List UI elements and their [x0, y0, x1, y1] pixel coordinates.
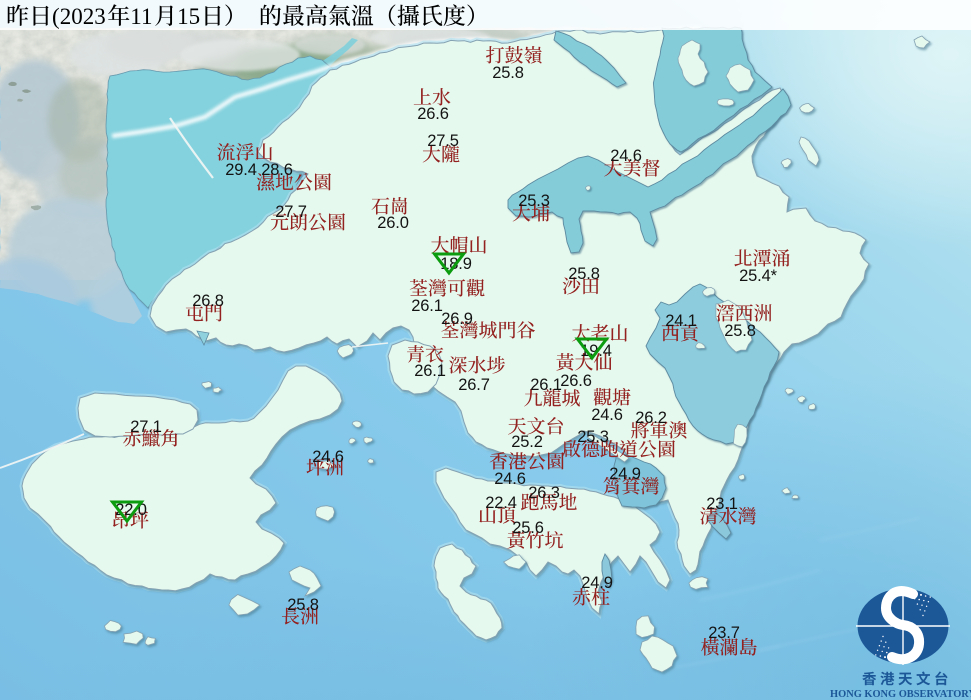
- svg-text:27.7: 27.7: [275, 203, 307, 221]
- svg-text:23.7: 23.7: [708, 624, 740, 642]
- svg-text:25.3: 25.3: [577, 428, 609, 446]
- svg-text:25.3: 25.3: [518, 192, 550, 210]
- svg-text:15: 15: [177, 4, 200, 29]
- svg-text:22.4: 22.4: [485, 494, 517, 512]
- svg-text:26.6: 26.6: [417, 105, 449, 123]
- svg-text:26.9: 26.9: [441, 310, 473, 328]
- svg-text:26.3: 26.3: [528, 484, 560, 502]
- svg-text:25.8: 25.8: [568, 265, 600, 283]
- svg-text:23.1: 23.1: [706, 495, 738, 513]
- svg-text:28.6: 28.6: [261, 161, 293, 179]
- svg-text:27.1: 27.1: [130, 418, 162, 436]
- svg-text:26.8: 26.8: [192, 292, 224, 310]
- svg-text:24.9: 24.9: [581, 574, 613, 592]
- svg-text:24.6: 24.6: [312, 448, 344, 466]
- svg-text:25.2: 25.2: [511, 433, 543, 451]
- svg-text:26.6: 26.6: [560, 372, 592, 390]
- svg-text:26.1: 26.1: [411, 297, 443, 315]
- svg-text:24.6: 24.6: [494, 470, 526, 488]
- svg-text:24.1: 24.1: [665, 312, 697, 330]
- svg-text:25.8: 25.8: [724, 322, 756, 340]
- svg-text:25.8: 25.8: [492, 64, 524, 82]
- svg-text:24.9: 24.9: [609, 465, 641, 483]
- svg-text:11: 11: [130, 4, 152, 29]
- svg-text:25.6: 25.6: [512, 519, 544, 537]
- svg-text:26.7: 26.7: [458, 376, 490, 394]
- svg-text:24.6: 24.6: [610, 147, 642, 165]
- svg-text:29.4: 29.4: [225, 161, 257, 179]
- svg-text:25.8: 25.8: [287, 596, 319, 614]
- svg-text:HONG KONG OBSERVATORY: HONG KONG OBSERVATORY: [830, 689, 971, 700]
- svg-text:26.1: 26.1: [530, 376, 562, 394]
- svg-text:24.6: 24.6: [591, 406, 623, 424]
- svg-text:2023: 2023: [60, 4, 106, 29]
- svg-text:25.4*: 25.4*: [739, 267, 778, 285]
- svg-text:27.5: 27.5: [427, 132, 459, 150]
- svg-text:26.1: 26.1: [414, 362, 446, 380]
- svg-text:26.0: 26.0: [377, 214, 409, 232]
- svg-text:26.2: 26.2: [635, 409, 667, 427]
- svg-text:(: (: [52, 4, 60, 29]
